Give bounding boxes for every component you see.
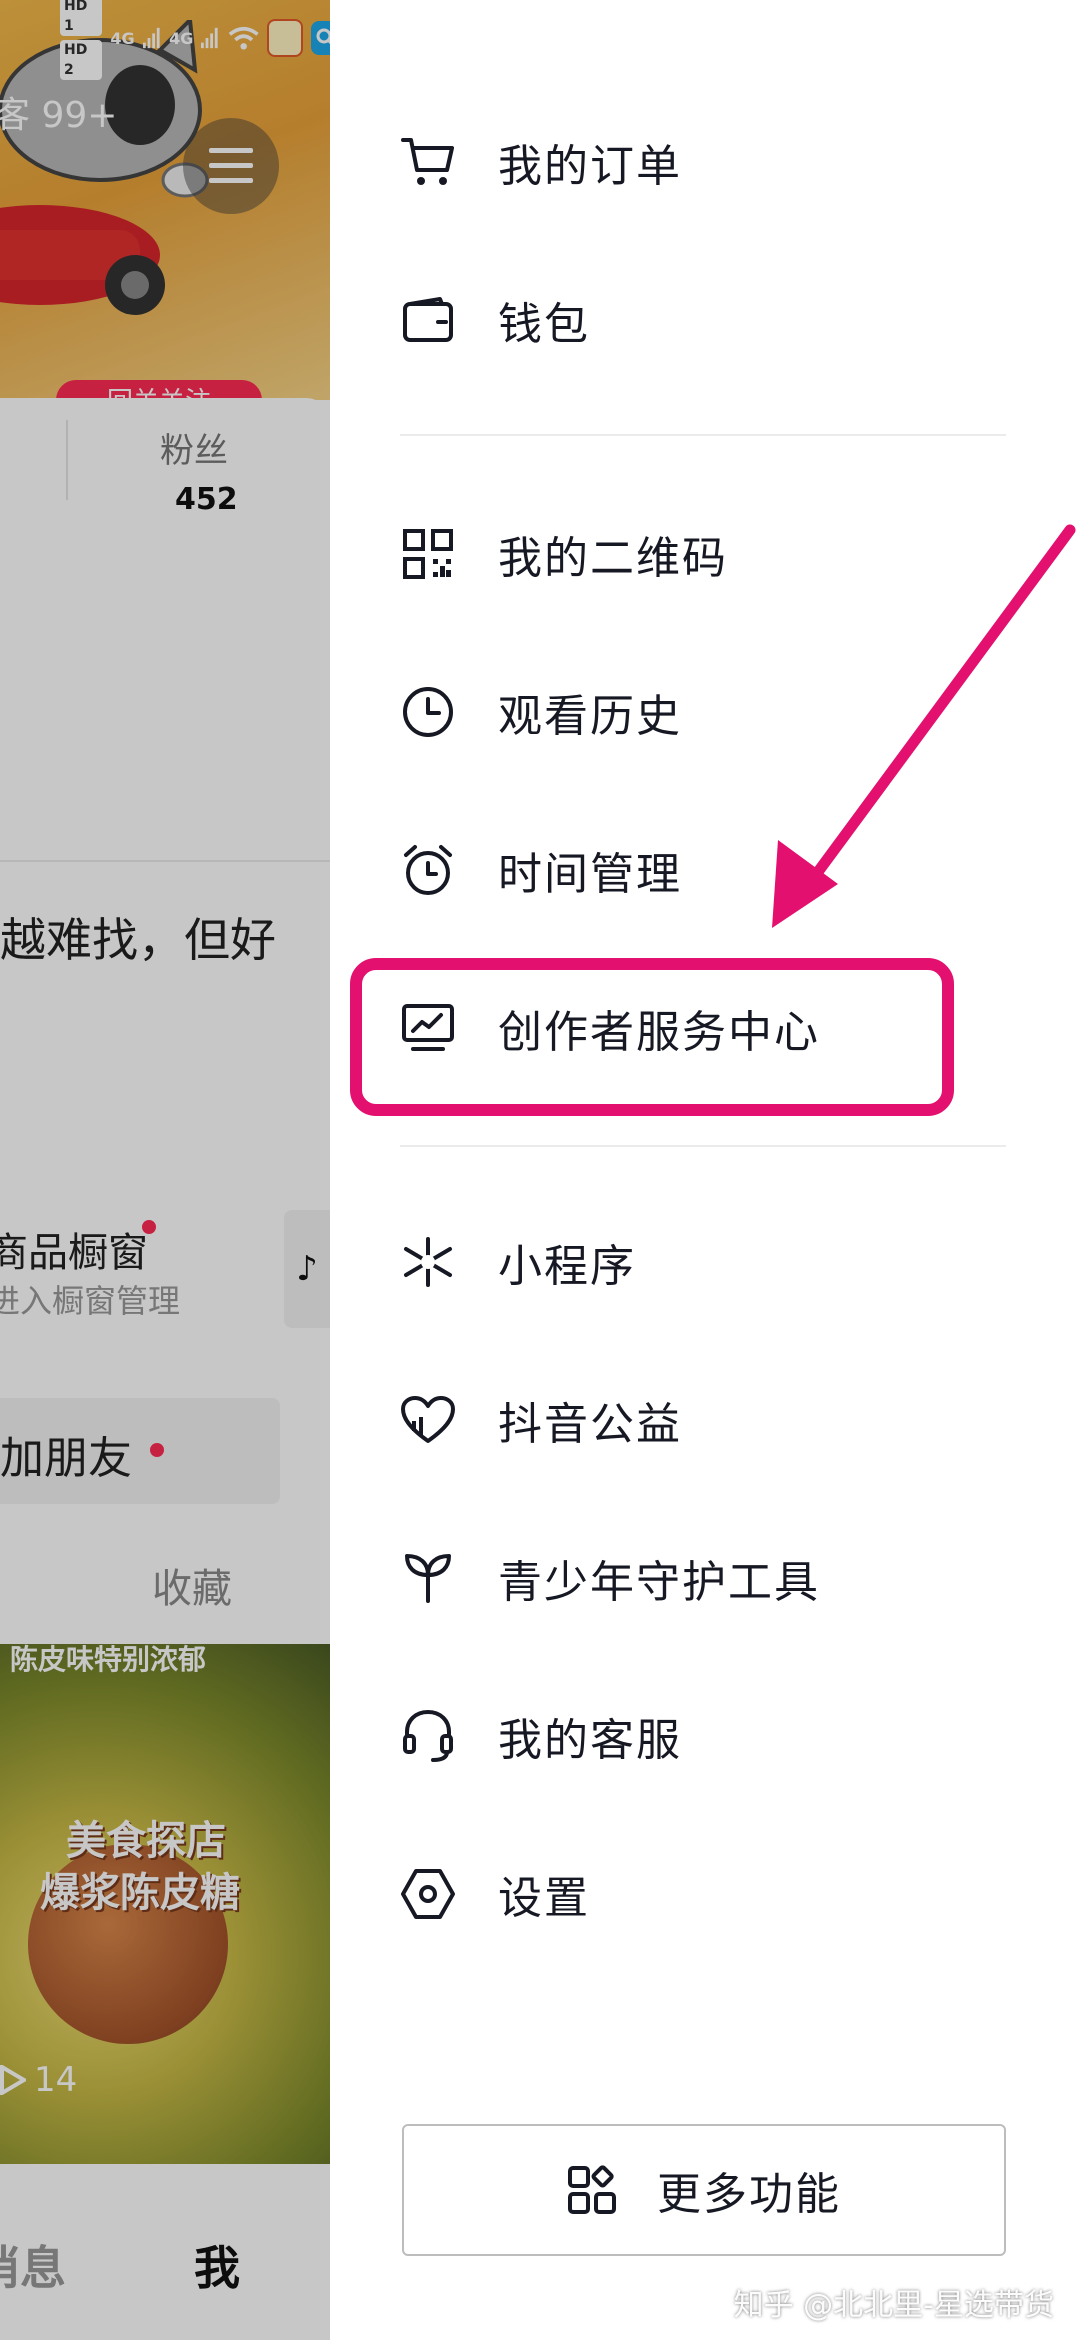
annotation-arrow: [772, 524, 1076, 928]
watermark-text: 知乎 @北北里-星选带货: [733, 2288, 1054, 2323]
